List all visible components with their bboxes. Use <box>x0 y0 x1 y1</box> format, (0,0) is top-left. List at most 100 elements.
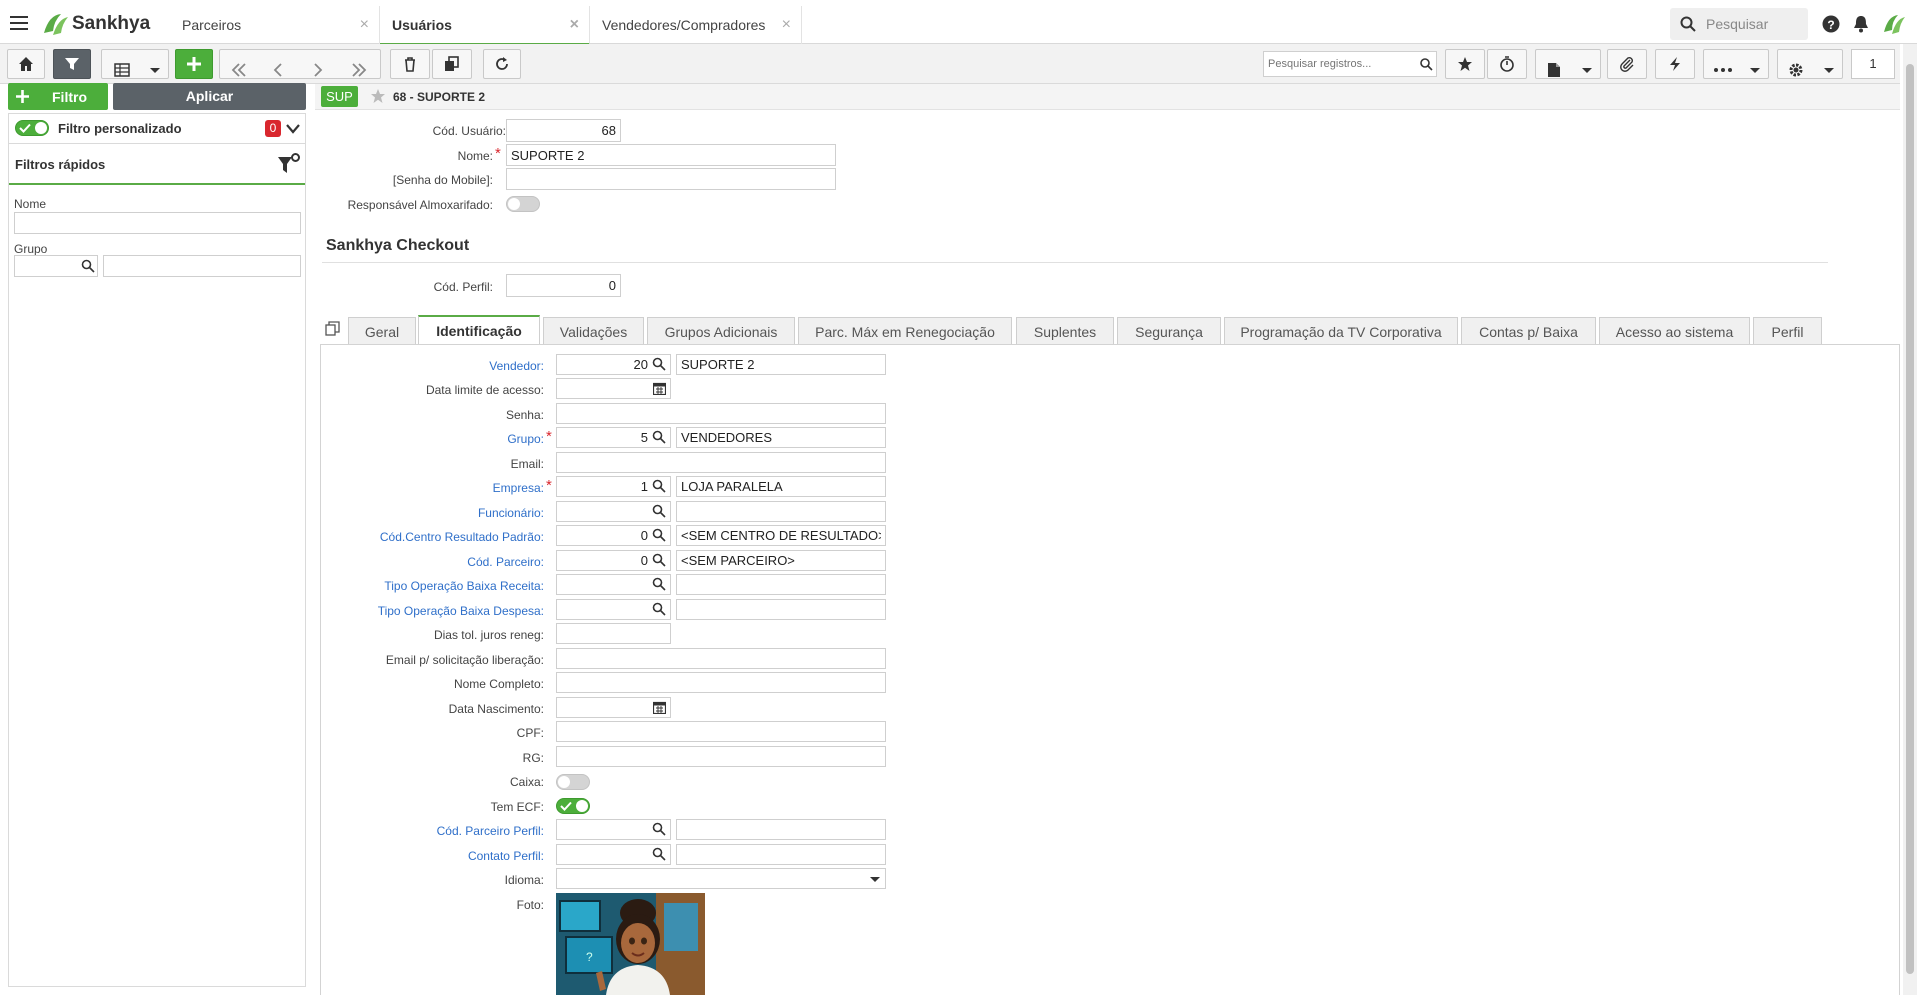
tab-identificacao[interactable]: Identificação <box>418 315 540 345</box>
funcionario-label[interactable]: Funcionário: <box>478 506 544 520</box>
tab-usuarios[interactable]: Usuários × <box>380 6 590 46</box>
search-icon[interactable] <box>652 847 666 861</box>
custom-filter-toggle[interactable] <box>15 120 49 136</box>
grupo-label[interactable]: Grupo: <box>507 432 544 446</box>
contato-perfil-label[interactable]: Contato Perfil: <box>468 849 544 863</box>
help-icon[interactable]: ? <box>1822 15 1840 33</box>
tipo-despesa-desc-input[interactable] <box>676 599 886 620</box>
search-icon[interactable] <box>652 577 666 591</box>
sankhya-mini-logo-icon[interactable] <box>1882 12 1906 36</box>
settings-button[interactable] <box>1777 49 1843 79</box>
tab-seguranca[interactable]: Segurança <box>1117 317 1221 345</box>
resp-almox-toggle[interactable] <box>506 196 540 212</box>
cod-perfil-input[interactable] <box>506 274 621 297</box>
empresa-label[interactable]: Empresa: <box>493 481 544 495</box>
calendar-icon[interactable] <box>653 701 666 714</box>
tab-geral[interactable]: Geral <box>348 317 416 345</box>
email-liberacao-input[interactable] <box>556 648 886 669</box>
tab-perfil[interactable]: Perfil <box>1753 317 1822 345</box>
filter-settings-icon[interactable] <box>277 153 301 175</box>
centro-resultado-desc-input[interactable] <box>676 525 886 546</box>
bell-icon[interactable] <box>1852 15 1870 33</box>
delete-button[interactable] <box>390 49 430 79</box>
apply-filter-button[interactable]: Aplicar <box>113 83 306 110</box>
parceiro-perfil-desc-input[interactable] <box>676 819 886 840</box>
search-icon[interactable] <box>652 528 666 542</box>
export-button[interactable] <box>1535 49 1601 79</box>
tab-validacoes[interactable]: Validações <box>543 317 644 345</box>
centro-resultado-label[interactable]: Cód.Centro Resultado Padrão: <box>380 530 544 544</box>
last-record-icon[interactable] <box>350 56 368 84</box>
tab-suplentes[interactable]: Suplentes <box>1016 317 1114 345</box>
refresh-button[interactable] <box>483 49 521 79</box>
search-icon[interactable] <box>652 822 666 836</box>
search-icon[interactable] <box>652 602 666 616</box>
empresa-desc-input[interactable] <box>676 476 886 497</box>
copy-tabs-icon[interactable] <box>325 321 340 336</box>
star-icon[interactable] <box>370 88 386 104</box>
search-icon[interactable] <box>652 357 666 371</box>
parceiro-desc-input[interactable] <box>676 550 886 571</box>
record-search[interactable] <box>1263 51 1437 77</box>
senha-input[interactable] <box>556 403 886 424</box>
tab-contas-baixa[interactable]: Contas p/ Baixa <box>1461 317 1596 345</box>
actions-button[interactable] <box>1655 49 1695 79</box>
tab-parceiros[interactable]: Parceiros × <box>170 6 380 46</box>
tab-programacao-tv[interactable]: Programação da TV Corporativa <box>1224 317 1458 345</box>
search-icon[interactable] <box>652 553 666 567</box>
add-filter-button[interactable]: Filtro <box>8 83 108 110</box>
filter-name-input[interactable] <box>14 212 301 234</box>
tab-acesso-sistema[interactable]: Acesso ao sistema <box>1599 317 1750 345</box>
timer-button[interactable] <box>1487 49 1527 79</box>
caixa-toggle[interactable] <box>556 774 590 790</box>
scrollbar[interactable] <box>1903 44 1917 995</box>
previous-record-icon[interactable] <box>272 56 284 84</box>
tab-vendedores[interactable]: Vendedores/Compradores × <box>590 6 802 46</box>
filter-toggle-button[interactable] <box>53 49 91 79</box>
close-icon[interactable]: × <box>570 6 579 44</box>
tipo-receita-label[interactable]: Tipo Operação Baixa Receita: <box>384 579 544 593</box>
grupo-desc-input[interactable] <box>676 427 886 448</box>
duplicate-button[interactable] <box>432 49 472 79</box>
tipo-despesa-label[interactable]: Tipo Operação Baixa Despesa: <box>378 604 544 618</box>
filter-group-desc-input[interactable] <box>103 255 301 277</box>
home-button[interactable] <box>7 49 45 79</box>
tab-grupos-adicionais[interactable]: Grupos Adicionais <box>647 317 795 345</box>
close-icon[interactable]: × <box>360 6 369 44</box>
search-icon[interactable] <box>652 504 666 518</box>
nome-completo-input[interactable] <box>556 672 886 693</box>
global-search[interactable]: Pesquisar <box>1670 8 1808 40</box>
first-record-icon[interactable] <box>230 56 248 84</box>
parceiro-label[interactable]: Cód. Parceiro: <box>467 555 544 569</box>
funcionario-desc-input[interactable] <box>676 501 886 522</box>
senha-mobile-input[interactable] <box>506 168 836 190</box>
rg-input[interactable] <box>556 746 886 767</box>
view-mode-button[interactable] <box>101 49 169 79</box>
vendedor-label[interactable]: Vendedor: <box>489 359 544 373</box>
next-record-icon[interactable] <box>312 56 324 84</box>
nome-input[interactable] <box>506 144 836 166</box>
tem-ecf-toggle[interactable] <box>556 798 590 814</box>
add-record-button[interactable] <box>175 49 213 79</box>
search-icon[interactable] <box>652 430 666 444</box>
email-input[interactable] <box>556 452 886 473</box>
contato-perfil-desc-input[interactable] <box>676 844 886 865</box>
page-number[interactable]: 1 <box>1851 49 1895 79</box>
search-icon[interactable] <box>652 479 666 493</box>
parceiro-perfil-label[interactable]: Cód. Parceiro Perfil: <box>437 824 544 838</box>
user-photo[interactable]: ? <box>556 893 705 995</box>
dias-juros-input[interactable] <box>556 623 671 644</box>
idioma-select[interactable] <box>556 868 886 889</box>
scrollbar-thumb[interactable] <box>1906 64 1914 974</box>
search-icon[interactable] <box>81 259 95 273</box>
tab-parc-max[interactable]: Parc. Máx em Renegociação <box>798 317 1012 345</box>
more-options-button[interactable] <box>1703 49 1769 79</box>
vendedor-desc-input[interactable] <box>676 354 886 375</box>
chevron-down-icon[interactable] <box>286 124 300 134</box>
cod-usuario-input[interactable] <box>506 119 621 142</box>
cpf-input[interactable] <box>556 721 886 742</box>
menu-icon[interactable] <box>10 14 30 32</box>
attachment-button[interactable] <box>1607 49 1647 79</box>
calendar-icon[interactable] <box>653 382 666 395</box>
record-search-input[interactable] <box>1264 53 1414 75</box>
